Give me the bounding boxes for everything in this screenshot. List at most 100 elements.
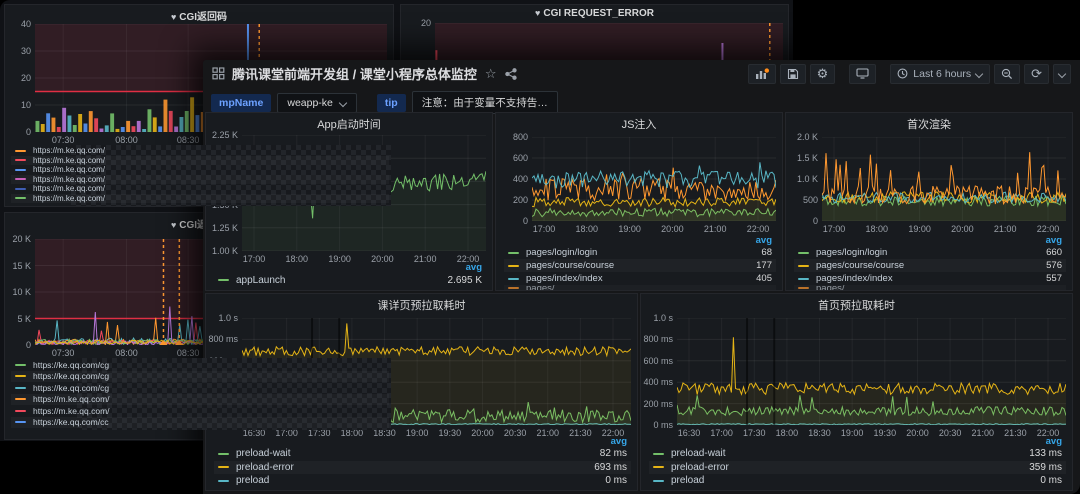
x-axis-tick-label: 20:30 — [939, 428, 962, 438]
cycle-view-mode-button[interactable] — [849, 64, 876, 84]
bg-panel-title[interactable]: ♥CGI返回码 — [5, 8, 393, 23]
panel-title[interactable]: JS注入 — [496, 116, 782, 132]
legend-item[interactable]: preload0 ms — [649, 474, 1066, 488]
bg-panel-title[interactable]: ♥CGI REQUEST_ERROR — [401, 8, 788, 19]
legend-item[interactable]: preload-error359 ms — [649, 461, 1066, 475]
variable-value-dropdown[interactable]: weapp-ke — [277, 93, 357, 113]
legend-item[interactable]: pages/index/index405 — [504, 272, 776, 285]
legend-item[interactable]: https://m.ke.qq.com/ — [11, 146, 389, 156]
x-axis-tick-label: 20:00 — [471, 428, 494, 438]
legend-item[interactable]: preload0 ms — [214, 474, 631, 488]
panel-title[interactable]: 首次渲染 — [786, 116, 1072, 132]
series-color-dash — [15, 188, 26, 190]
series-color-dash — [653, 480, 664, 482]
add-panel-button[interactable] — [748, 64, 776, 84]
legend-item[interactable]: https://ke.qq.com/cg — [11, 382, 389, 394]
legend-series-name: pages/login/login — [816, 247, 887, 258]
legend-series-name: https://ke.qq.com/cg — [33, 360, 109, 370]
legend-item[interactable]: https://ke.qq.com/cc — [11, 417, 389, 429]
legend-item[interactable]: pages/… — [794, 285, 1066, 291]
y-axis-tick-label: 1.0 s — [205, 313, 238, 323]
variable-tip-value[interactable]: 注意：由于变量不支持告… — [412, 91, 558, 114]
series-color-dash — [15, 169, 26, 171]
legend-item[interactable]: https://m.ke.qq.com/ — [11, 394, 389, 406]
legend-series-name: https://ke.qq.com/cc — [33, 417, 109, 427]
chevron-down-icon — [340, 99, 347, 106]
legend-avg-header[interactable]: avg — [756, 235, 772, 246]
legend-item[interactable]: preload-error693 ms — [214, 461, 631, 475]
share-icon[interactable] — [505, 68, 517, 80]
y-axis-tick-label: 200 — [495, 195, 528, 205]
x-axis-tick-label: 17:00 — [710, 428, 733, 438]
legend-item[interactable]: preload-wait82 ms — [214, 447, 631, 461]
screenshot-root: ♥CGI返回码 https://m.ke.qq.com/https://m.ke… — [0, 0, 1080, 494]
chart-plot-area[interactable] — [677, 318, 1066, 425]
dashboard-settings-button[interactable]: ⚙ — [810, 64, 836, 84]
panel-index-preload-time: 首页预拉取耗时 avg preload-wait133 mspreload-er… — [640, 293, 1073, 491]
dashboard-title[interactable]: 腾讯课堂前端开发组 / 课堂小程序总体监控 — [232, 64, 477, 83]
dashboard-variables-row: mpName weapp-ke tip 注意：由于变量不支持告… — [211, 91, 558, 114]
series-color-dash — [15, 375, 26, 377]
x-axis-tick-label: 19:00 — [908, 224, 931, 234]
x-axis-tick-label: 17:00 — [243, 254, 266, 264]
y-axis-tick-label: 200 ms — [640, 399, 673, 409]
legend-series-name: pages/course/course — [816, 260, 904, 271]
chart-plot-area[interactable] — [532, 137, 776, 221]
legend-series-name: preload-wait — [671, 448, 725, 459]
x-axis-tick-label: 19:30 — [439, 428, 462, 438]
legend-item[interactable]: https://ke.qq.com/cg — [11, 371, 389, 383]
legend-item[interactable]: pages/login/login660 — [794, 246, 1066, 259]
legend-item[interactable]: https://m.ke.qq.com/ — [11, 165, 389, 175]
dashboard-grid-icon[interactable] — [212, 67, 225, 80]
legend-item[interactable]: preload-wait133 ms — [649, 447, 1066, 461]
panel-title[interactable]: App启动时间 — [206, 116, 492, 132]
panel-title[interactable]: 课详页预拉取耗时 — [206, 297, 637, 313]
zoom-out-button[interactable] — [994, 64, 1020, 84]
legend-avg-value: 576 — [1046, 260, 1062, 271]
chart-canvas — [677, 318, 1066, 425]
x-axis-tick-label: 21:00 — [994, 224, 1017, 234]
legend-item[interactable]: pages/… — [504, 285, 776, 291]
x-axis-tick-label: 20:00 — [906, 428, 929, 438]
chart-canvas — [532, 137, 776, 221]
legend-item[interactable]: pages/course/course177 — [504, 259, 776, 272]
legend-item[interactable]: pages/index/index557 — [794, 272, 1066, 285]
y-axis-tick-label: 0 — [495, 216, 528, 226]
series-color-dash — [508, 252, 519, 254]
legend-avg-header[interactable]: avg — [1046, 235, 1062, 246]
series-color-dash — [653, 466, 664, 468]
save-dashboard-button[interactable] — [780, 64, 806, 84]
y-axis-tick-label: 800 ms — [205, 334, 238, 344]
legend-series-name: preload — [236, 475, 269, 486]
panel-legend: preload-wait82 mspreload-error693 msprel… — [214, 447, 631, 489]
legend-series-name: https://ke.qq.com/cg — [33, 371, 109, 381]
legend-item[interactable]: pages/course/course 576 — [794, 259, 1066, 272]
refresh-interval-dropdown[interactable] — [1053, 64, 1071, 84]
panel-legend: pages/login/login68pages/course/course17… — [504, 246, 776, 291]
legend-item[interactable]: https://ke.qq.com/cg — [11, 359, 389, 371]
legend-series-name: https://m.ke.qq.com/ — [33, 184, 105, 193]
refresh-button[interactable]: ⟳ — [1024, 64, 1049, 84]
legend-item[interactable]: pages/login/login68 — [504, 246, 776, 259]
chart-plot-area[interactable] — [822, 137, 1066, 221]
time-range-picker[interactable]: Last 6 hours — [890, 64, 990, 84]
x-axis-tick-label: 22:00 — [602, 428, 625, 438]
legend-avg-value: 693 ms — [594, 462, 627, 473]
legend-item[interactable]: https://m.ke.qq.com/ — [11, 156, 389, 166]
y-axis-tick-label: 1.0 s — [640, 313, 673, 323]
legend-item[interactable]: https://m.ke.qq.com/ — [11, 175, 389, 185]
legend-item[interactable]: https://m.ke.qq.com/ — [11, 405, 389, 417]
favorite-star-icon[interactable]: ☆ — [485, 66, 497, 82]
legend-series-name: https://m.ke.qq.com/ — [33, 406, 110, 416]
legend-avg-value: 405 — [756, 273, 772, 284]
legend-item[interactable]: https://m.ke.qq.com/ — [11, 184, 389, 194]
refresh-icon: ⟳ — [1031, 67, 1042, 80]
legend-item[interactable]: appLaunch2.695 K — [214, 273, 486, 287]
x-axis-tick-label: 08:00 — [115, 348, 138, 358]
panel-title[interactable]: 首页预拉取耗时 — [641, 297, 1072, 313]
y-axis-tick-label: 10 K — [4, 287, 31, 297]
x-axis-tick-label: 08:30 — [177, 135, 200, 145]
series-color-dash — [508, 287, 519, 289]
legend-item[interactable]: https://m.ke.qq.com/ — [11, 194, 389, 204]
x-axis-tick-label: 18:00 — [866, 224, 889, 234]
